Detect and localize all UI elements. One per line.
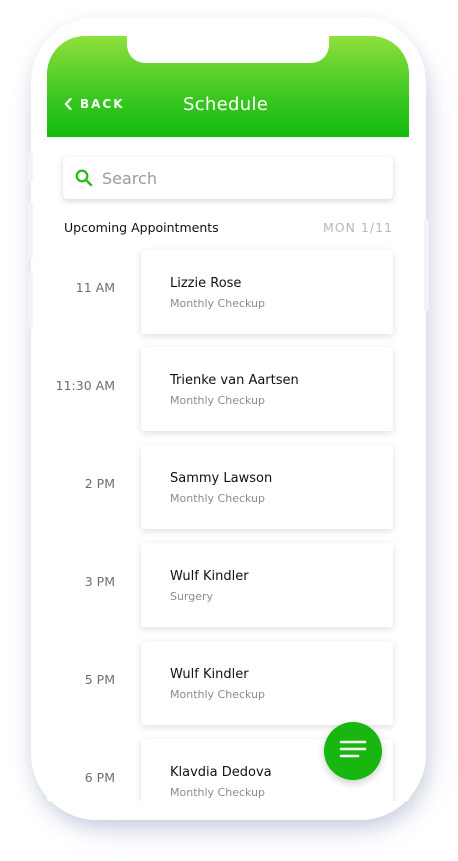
phone-side-button [28, 273, 33, 329]
search-input[interactable]: Search [102, 169, 157, 188]
appointment-time: 11:30 AM [55, 378, 115, 393]
menu-icon [338, 739, 368, 763]
appointment-type: Surgery [170, 590, 214, 603]
menu-button[interactable] [324, 722, 382, 780]
appointment-time: 5 PM [84, 672, 115, 687]
appointment-type: Monthly Checkup [170, 297, 265, 310]
section-title: Upcoming Appointments [64, 220, 219, 235]
app-header: BACK Schedule [47, 36, 409, 137]
section-date: MON 1/11 [322, 220, 393, 235]
patient-name: Wulf Kindler [170, 569, 249, 584]
search-icon [63, 169, 93, 187]
patient-name: Klavdia Dedova [170, 765, 272, 780]
appointment-time: 2 PM [84, 476, 115, 491]
appointment-type: Monthly Checkup [170, 492, 265, 505]
page-title: Schedule [183, 94, 269, 115]
patient-name: Sammy Lawson [170, 471, 273, 486]
appointment-type: Monthly Checkup [170, 394, 265, 407]
appointment-card[interactable]: Sammy Lawson Monthly Checkup [141, 445, 393, 529]
patient-name: Lizzie Rose [170, 276, 242, 291]
appointment-card[interactable]: Wulf Kindler Surgery [141, 543, 393, 627]
appointment-card[interactable]: Trienke van Aartsen Monthly Checkup [141, 347, 393, 431]
phone-notch [127, 36, 329, 63]
patient-name: Trienke van Aartsen [170, 373, 299, 388]
back-button[interactable]: BACK [64, 97, 125, 111]
phone-side-button [28, 153, 33, 181]
back-label: BACK [80, 97, 125, 111]
appointment-time: 11 AM [75, 280, 115, 295]
patient-name: Wulf Kindler [170, 667, 249, 682]
appointment-time: 3 PM [84, 574, 115, 589]
appointment-type: Monthly Checkup [170, 688, 265, 701]
app-screen: BACK Schedule Search Upcoming Appointmen… [47, 36, 409, 801]
appointment-card[interactable]: Wulf Kindler Monthly Checkup [141, 641, 393, 725]
appointment-type: Monthly Checkup [170, 786, 265, 799]
phone-side-button [424, 219, 429, 311]
appointment-card[interactable]: Lizzie Rose Monthly Checkup [141, 250, 393, 334]
appointment-time: 6 PM [84, 770, 115, 785]
chevron-left-icon [64, 98, 72, 110]
search-bar[interactable]: Search [63, 157, 393, 199]
phone-side-button [28, 203, 33, 259]
